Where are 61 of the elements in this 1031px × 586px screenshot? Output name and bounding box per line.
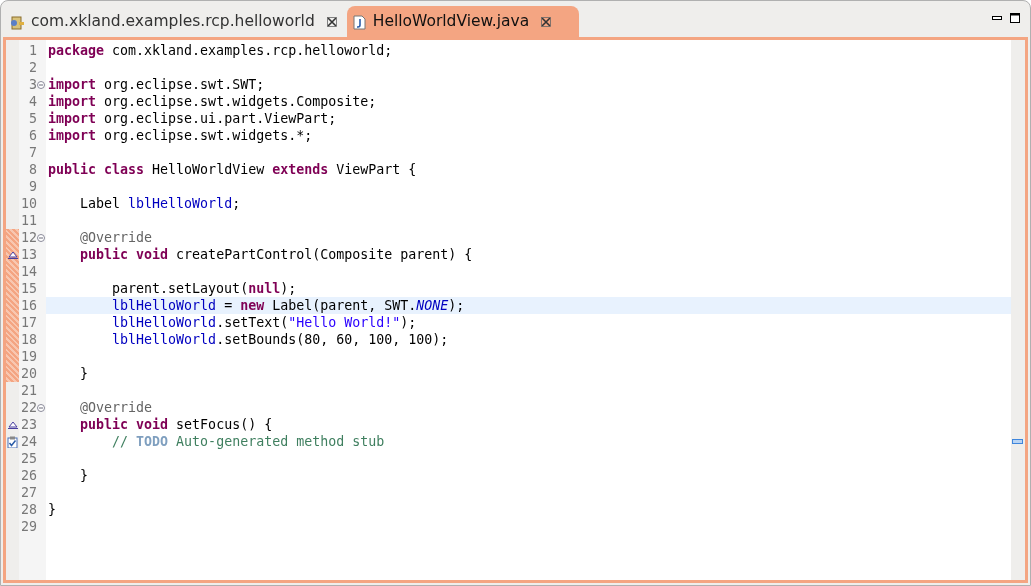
minimize-icon (992, 16, 1002, 20)
code-line: import org.eclipse.swt.widgets.*; (48, 128, 313, 143)
line-number: 25 (20, 450, 37, 467)
code-line: lblHelloWorld = new Label(parent, SWT.NONE); (111, 298, 465, 313)
code-line: public void setFocus() { (79, 417, 273, 432)
line-number: 12 (20, 229, 37, 246)
line-number: 3 (28, 76, 37, 93)
editor-tab[interactable]: HelloWorldView.java (346, 6, 580, 37)
overview-marker[interactable] (1012, 439, 1023, 444)
line-number: 20 (20, 365, 37, 382)
package-icon (9, 13, 25, 30)
code-line: parent.setLayout(null); (111, 281, 297, 296)
line-number: 13 (20, 246, 37, 263)
code-line: import org.eclipse.swt.SWT; (48, 77, 265, 92)
line-number: 4 (28, 93, 37, 110)
line-number: 9 (28, 178, 37, 195)
line-number: 1 (28, 42, 37, 59)
line-number: 21 (20, 382, 37, 399)
code-line: public class HelloWorldView extends ViewPart { (48, 162, 417, 177)
line-number: 8 (28, 161, 37, 178)
code-line: Label lblHelloWorld; (79, 196, 241, 211)
line-number: 28 (20, 501, 37, 518)
line-number: 6 (28, 127, 37, 144)
line-number: 16 (20, 297, 37, 314)
code-line: package com.xkland.examples.rcp.helloworld; (48, 43, 393, 58)
fold-icon[interactable] (37, 403, 45, 412)
code-line: // TODO Auto-generated method stub (111, 434, 385, 449)
close-icon[interactable] (541, 16, 552, 27)
line-number: 2 (28, 59, 37, 76)
line-number: 23 (20, 416, 37, 433)
code-line: } (79, 366, 89, 381)
code-line: import org.eclipse.ui.part.ViewPart; (48, 111, 337, 126)
line-number: 19 (20, 348, 37, 365)
editor-tab[interactable]: com.xkland.examples.rcp.helloworld (5, 6, 347, 37)
code-line: lblHelloWorld.setBounds(80, 60, 100, 100); (111, 332, 449, 347)
code-line: } (48, 502, 56, 517)
line-number: 7 (28, 144, 37, 161)
code-line: lblHelloWorld.setText("Hello World!"); (111, 315, 417, 330)
line-number: 18 (20, 331, 37, 348)
line-number: 26 (20, 467, 37, 484)
fold-icon[interactable] (37, 233, 45, 242)
code-line: @Override (79, 400, 153, 415)
code-line: } (79, 468, 89, 483)
code-line: import org.eclipse.swt.widgets.Composite; (48, 94, 377, 109)
fold-icon[interactable] (37, 80, 45, 89)
maximize-button[interactable] (1010, 13, 1020, 23)
code-line: @Override (79, 230, 153, 245)
maximize-icon (1010, 13, 1020, 23)
line-number: 5 (28, 110, 37, 127)
line-number: 24 (20, 433, 37, 450)
line-number: 17 (20, 314, 37, 331)
line-number: 10 (20, 195, 37, 212)
line-number: 29 (20, 518, 37, 535)
line-number: 11 (20, 212, 37, 229)
line-number: 15 (20, 280, 37, 297)
line-number: 27 (20, 484, 37, 501)
java-file-icon (350, 13, 367, 30)
line-number: 14 (20, 263, 37, 280)
close-icon[interactable] (326, 16, 337, 27)
code-line: public void createPartControl(Composite parent) { (79, 247, 473, 262)
line-number: 22 (20, 399, 37, 416)
